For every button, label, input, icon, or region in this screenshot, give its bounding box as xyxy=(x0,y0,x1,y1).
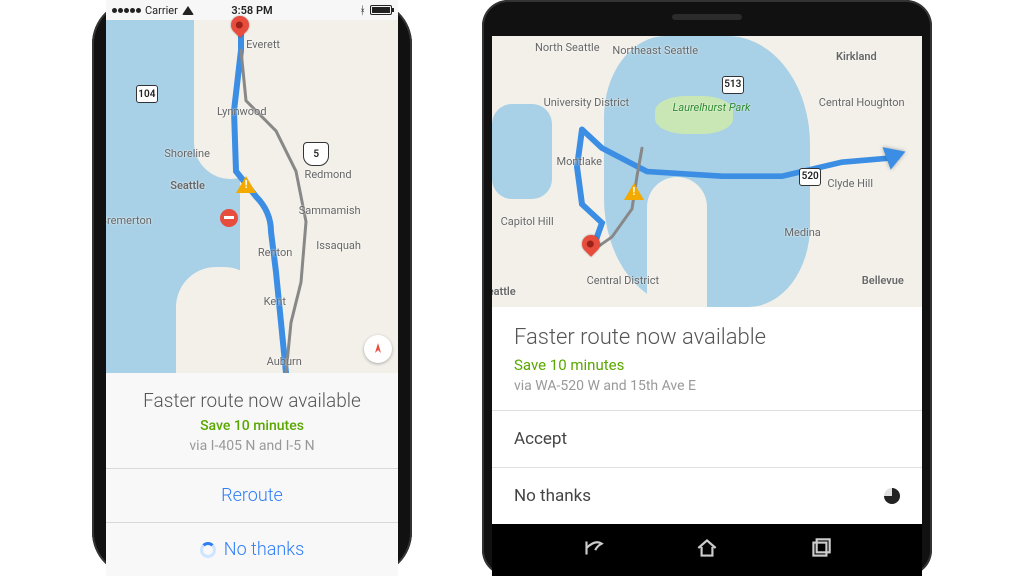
accept-button[interactable]: Accept xyxy=(492,411,922,468)
hazard-icon: ! xyxy=(236,176,256,196)
map-view[interactable]: 104 5 ! Everett Lynnwood Shoreline Seatt… xyxy=(106,20,398,373)
map-label: University District xyxy=(544,96,630,109)
android-screen: ! 513 520 North Seattle Northeast Seattl… xyxy=(492,36,922,524)
map-label: Auburn xyxy=(267,355,302,368)
map-label: Central Houghton xyxy=(819,96,905,109)
destination-pin-icon xyxy=(582,235,600,253)
spinner-icon xyxy=(200,542,216,558)
sheet-title: Faster route now available xyxy=(514,325,900,350)
map-label: Lynnwood xyxy=(217,105,267,118)
sheet-title: Faster route now available xyxy=(124,389,380,412)
map-label: Clyde Hill xyxy=(827,177,873,190)
destination-pin-icon xyxy=(231,16,249,34)
speaker-grille xyxy=(672,14,742,20)
back-button[interactable] xyxy=(580,535,606,565)
sheet-savings: Save 10 minutes xyxy=(124,418,380,434)
map-label: Sammamish xyxy=(299,204,361,217)
map-label: Bremerton xyxy=(106,214,152,227)
map-label: Shoreline xyxy=(164,147,210,160)
no-thanks-button[interactable]: No thanks xyxy=(492,468,922,524)
map-label: Kent xyxy=(264,295,286,308)
map-label: Bellevue xyxy=(862,274,904,287)
recent-apps-button[interactable] xyxy=(808,535,834,565)
map-label: Kirkland xyxy=(836,50,877,63)
route-shield-520: 520 xyxy=(799,168,821,186)
map-label: Everett xyxy=(246,38,280,51)
map-label: Redmond xyxy=(305,168,352,181)
map-label: Montlake xyxy=(557,155,603,168)
map-label: eattle xyxy=(492,285,516,298)
reroute-sheet: Faster route now available Save 10 minut… xyxy=(106,373,398,576)
sheet-via: via WA-520 W and 15th Ave E xyxy=(514,378,900,394)
android-nav-bar xyxy=(492,524,922,576)
map-label: Medina xyxy=(784,226,820,239)
no-thanks-button[interactable]: No thanks xyxy=(106,522,398,576)
home-button[interactable] xyxy=(694,535,720,565)
countdown-icon xyxy=(884,488,900,504)
status-time: 3:58 PM xyxy=(106,4,398,17)
compass-button[interactable] xyxy=(364,335,392,363)
android-device: ! 513 520 North Seattle Northeast Seattl… xyxy=(482,0,932,576)
ios-status-bar: Carrier 3:58 PM ᚼ xyxy=(106,0,398,20)
iphone-screen: Carrier 3:58 PM ᚼ 10 xyxy=(106,0,398,576)
route-shield-104: 104 xyxy=(136,85,158,103)
iphone-device: Carrier 3:58 PM ᚼ 10 xyxy=(92,0,412,576)
map-label: Laurelhurst Park xyxy=(673,101,751,114)
map-label: Central District xyxy=(587,274,660,287)
reroute-button[interactable]: Reroute xyxy=(106,468,398,522)
map-label: North Seattle xyxy=(535,41,600,54)
battery-icon xyxy=(370,5,392,15)
reroute-sheet: Faster route now available Save 10 minut… xyxy=(492,307,922,524)
map-label: Seattle xyxy=(170,179,205,192)
map-label: Renton xyxy=(258,246,293,259)
route-shield-513: 513 xyxy=(722,76,744,94)
road-closed-icon xyxy=(220,209,238,227)
map-label: Northeast Seattle xyxy=(612,44,698,57)
sheet-savings: Save 10 minutes xyxy=(514,356,900,374)
route-shield-5: 5 xyxy=(303,142,329,166)
map-view[interactable]: ! 513 520 North Seattle Northeast Seattl… xyxy=(492,36,922,307)
map-label: Capitol Hill xyxy=(501,215,554,228)
map-label: Issaquah xyxy=(316,239,361,252)
hazard-icon: ! xyxy=(624,183,644,203)
sheet-via: via I-405 N and I-5 N xyxy=(124,438,380,454)
